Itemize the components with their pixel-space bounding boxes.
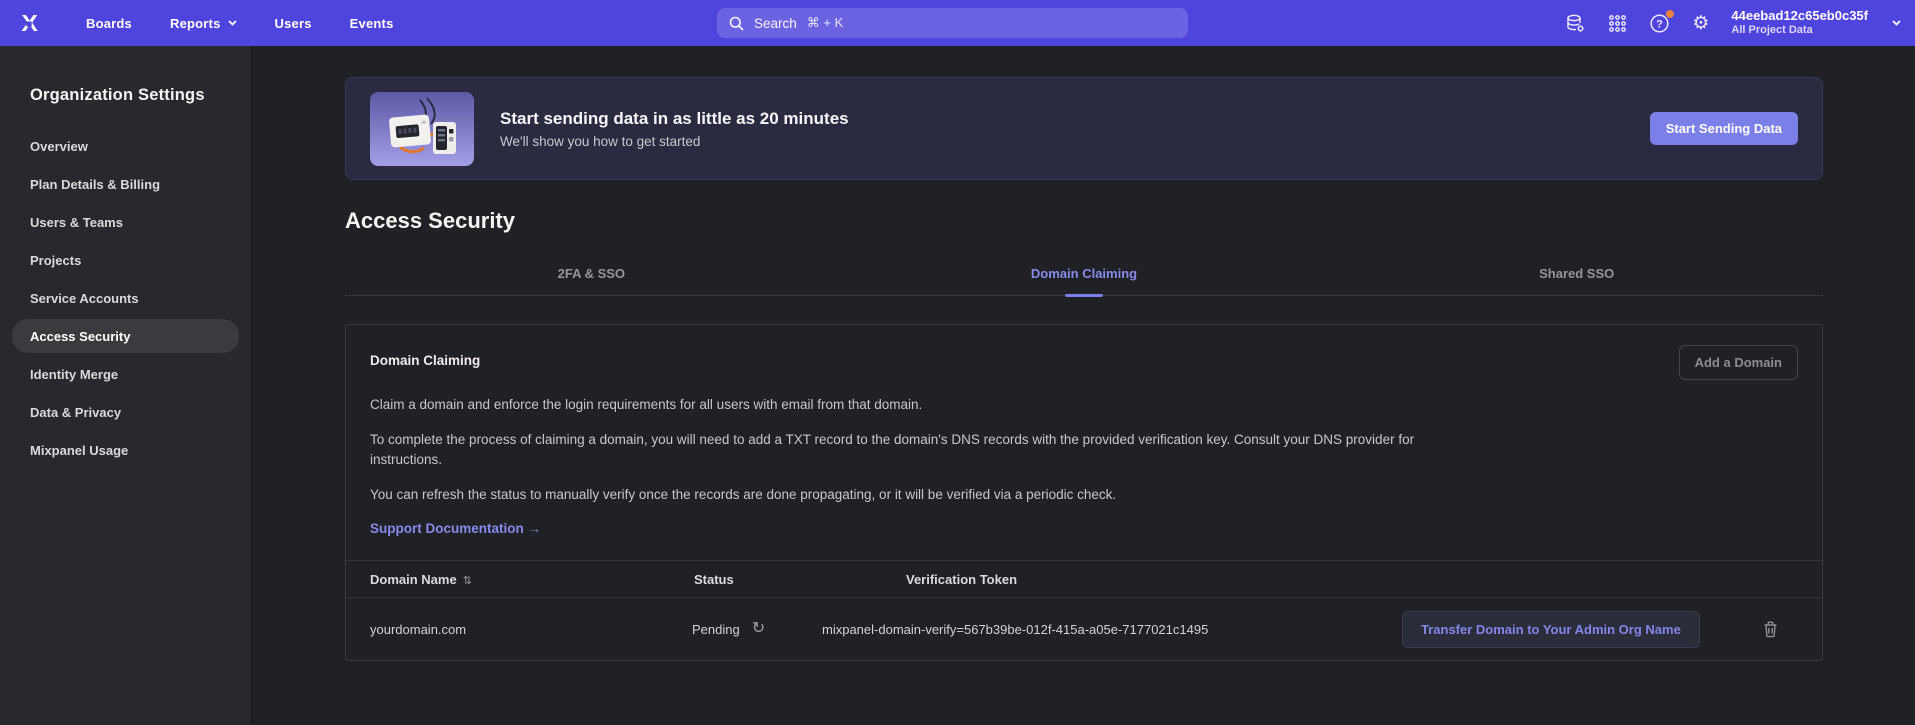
notification-dot — [1666, 10, 1674, 18]
banner-subtitle: We'll show you how to get started — [500, 134, 849, 149]
primary-nav: Boards Reports Users Events — [86, 16, 394, 31]
devices-illustration — [370, 92, 474, 166]
support-documentation-link[interactable]: Support Documentation → — [370, 521, 541, 536]
card-description-3: You can refresh the status to manually v… — [370, 485, 1450, 505]
search-shortcut: ⌘ + K — [807, 15, 844, 31]
column-header-status: Status — [692, 572, 822, 587]
gear-glyph: ⚙ — [1692, 14, 1709, 33]
sidebar-item-access-security[interactable]: Access Security — [12, 319, 239, 353]
column-header-domain-name[interactable]: Domain Name ⇅ — [370, 572, 692, 587]
apps-grid-icon[interactable] — [1608, 14, 1627, 33]
sidebar-item-mixpanel-usage[interactable]: Mixpanel Usage — [12, 433, 239, 467]
data-management-icon[interactable] — [1565, 13, 1586, 34]
column-header-verification-token: Verification Token — [822, 572, 1402, 587]
delete-domain-icon[interactable] — [1763, 621, 1778, 638]
onboarding-banner: Start sending data in as little as 20 mi… — [345, 77, 1823, 180]
help-icon[interactable]: ? — [1649, 13, 1670, 34]
banner-title: Start sending data in as little as 20 mi… — [500, 109, 849, 129]
domain-name-cell: yourdomain.com — [370, 622, 692, 637]
domains-table: Domain Name ⇅ Status Verification Token y… — [346, 560, 1822, 660]
tab-shared-sso[interactable]: Shared SSO — [1330, 266, 1823, 295]
domains-table-header: Domain Name ⇅ Status Verification Token — [346, 560, 1822, 598]
page-title: Access Security — [345, 208, 1823, 234]
search-input[interactable]: Search ⌘ + K — [717, 8, 1188, 38]
card-description-1: Claim a domain and enforce the login req… — [370, 395, 1450, 415]
top-nav: X Boards Reports Users Events Search ⌘ +… — [0, 0, 1915, 46]
refresh-status-icon[interactable]: ↻ — [752, 621, 765, 637]
nav-item-boards[interactable]: Boards — [86, 16, 132, 31]
access-security-tabs: 2FA & SSO Domain Claiming Shared SSO — [345, 266, 1823, 296]
project-selector-label: All Project Data — [1731, 24, 1868, 38]
svg-text:?: ? — [1656, 18, 1663, 30]
sidebar-item-service-accounts[interactable]: Service Accounts — [12, 281, 239, 315]
sidebar-item-plan-details-billing[interactable]: Plan Details & Billing — [12, 167, 239, 201]
search-placeholder: Search — [754, 16, 797, 31]
nav-item-reports[interactable]: Reports — [170, 16, 237, 31]
transfer-domain-button[interactable]: Transfer Domain to Your Admin Org Name — [1402, 611, 1700, 648]
nav-item-users[interactable]: Users — [275, 16, 312, 31]
sidebar-item-projects[interactable]: Projects — [12, 243, 239, 277]
org-chevron-down-icon[interactable] — [1892, 20, 1901, 26]
sort-icon[interactable]: ⇅ — [463, 575, 472, 587]
card-description-2: To complete the process of claiming a do… — [370, 430, 1450, 470]
search-icon — [729, 16, 744, 31]
start-sending-data-button[interactable]: Start Sending Data — [1650, 112, 1798, 145]
add-domain-button[interactable]: Add a Domain — [1679, 345, 1798, 380]
status-badge: Pending — [692, 622, 740, 637]
mixpanel-logo-icon: X — [21, 12, 36, 35]
main-content: Start sending data in as little as 20 mi… — [252, 46, 1915, 725]
sidebar-item-overview[interactable]: Overview — [12, 129, 239, 163]
nav-item-events[interactable]: Events — [350, 16, 394, 31]
nav-right-cluster: ? ⚙ 44eebad12c65eb0c35f All Project Data — [1565, 0, 1901, 46]
nav-item-reports-label: Reports — [170, 16, 221, 31]
settings-gear-icon[interactable]: ⚙ — [1692, 14, 1709, 33]
domain-claiming-card: Domain Claiming Add a Domain Claim a dom… — [345, 324, 1823, 661]
sidebar-item-identity-merge[interactable]: Identity Merge — [12, 357, 239, 391]
settings-sidebar: Organization Settings Overview Plan Deta… — [0, 46, 252, 725]
verification-token-cell: mixpanel-domain-verify=567b39be-012f-415… — [822, 622, 1402, 637]
tab-domain-claiming[interactable]: Domain Claiming — [838, 266, 1331, 295]
chevron-down-icon — [228, 20, 237, 26]
table-row: yourdomain.com Pending ↻ mixpanel-domain… — [346, 598, 1822, 660]
card-title: Domain Claiming — [370, 345, 480, 368]
org-switcher[interactable]: 44eebad12c65eb0c35f All Project Data — [1731, 8, 1868, 38]
sidebar-title: Organization Settings — [30, 86, 251, 105]
sidebar-item-data-privacy[interactable]: Data & Privacy — [12, 395, 239, 429]
tab-2fa-sso[interactable]: 2FA & SSO — [345, 266, 838, 295]
domain-name-header-label: Domain Name — [370, 572, 457, 587]
mixpanel-logo[interactable]: X — [16, 0, 60, 46]
org-id: 44eebad12c65eb0c35f — [1731, 8, 1868, 24]
sidebar-item-users-teams[interactable]: Users & Teams — [12, 205, 239, 239]
